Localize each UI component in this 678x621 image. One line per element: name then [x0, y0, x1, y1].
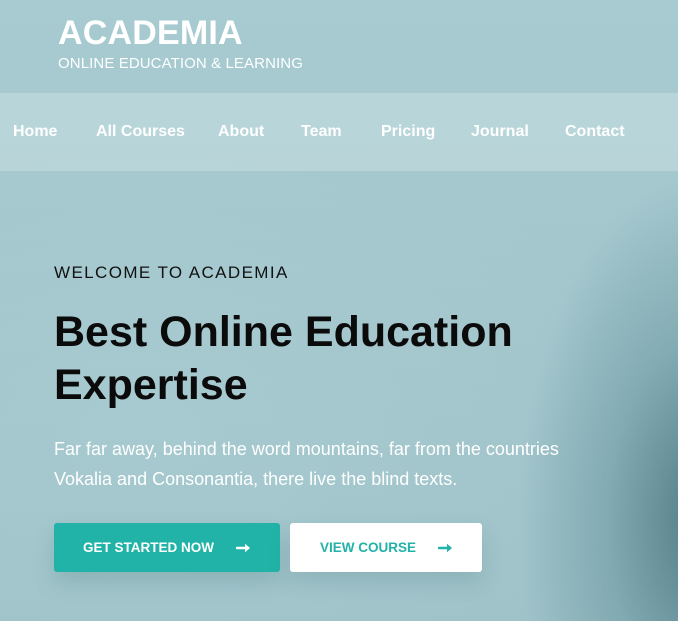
nav-item-about[interactable]: About	[218, 93, 264, 171]
brand-title[interactable]: ACADEMIA	[58, 15, 303, 51]
main-navigation: Home All Courses About Team Pricing Jour…	[0, 93, 678, 171]
hero-eyebrow: WELCOME TO ACADEMIA	[54, 263, 289, 282]
nav-item-team[interactable]: Team	[301, 93, 342, 171]
view-course-button-label: VIEW COURSE	[320, 540, 417, 555]
get-started-button-label: GET STARTED NOW	[83, 540, 214, 555]
nav-item-contact[interactable]: Contact	[565, 93, 625, 171]
brand[interactable]: ACADEMIA ONLINE EDUCATION & LEARNING	[58, 15, 303, 73]
nav-item-pricing[interactable]: Pricing	[381, 93, 435, 171]
nav-item-journal[interactable]: Journal	[471, 93, 529, 171]
view-course-button[interactable]: VIEW COURSE	[290, 523, 482, 572]
brand-subtitle: ONLINE EDUCATION & LEARNING	[58, 55, 303, 72]
hero-description: Far far away, behind the word mountains,…	[54, 439, 559, 489]
hero-title: Best Online Education Expertise	[54, 308, 513, 409]
nav-item-all-courses[interactable]: All Courses	[96, 93, 185, 171]
arrow-right-icon	[236, 523, 252, 572]
nav-item-home[interactable]: Home	[13, 93, 57, 171]
get-started-button[interactable]: GET STARTED NOW	[54, 523, 280, 572]
arrow-right-icon	[438, 523, 454, 572]
